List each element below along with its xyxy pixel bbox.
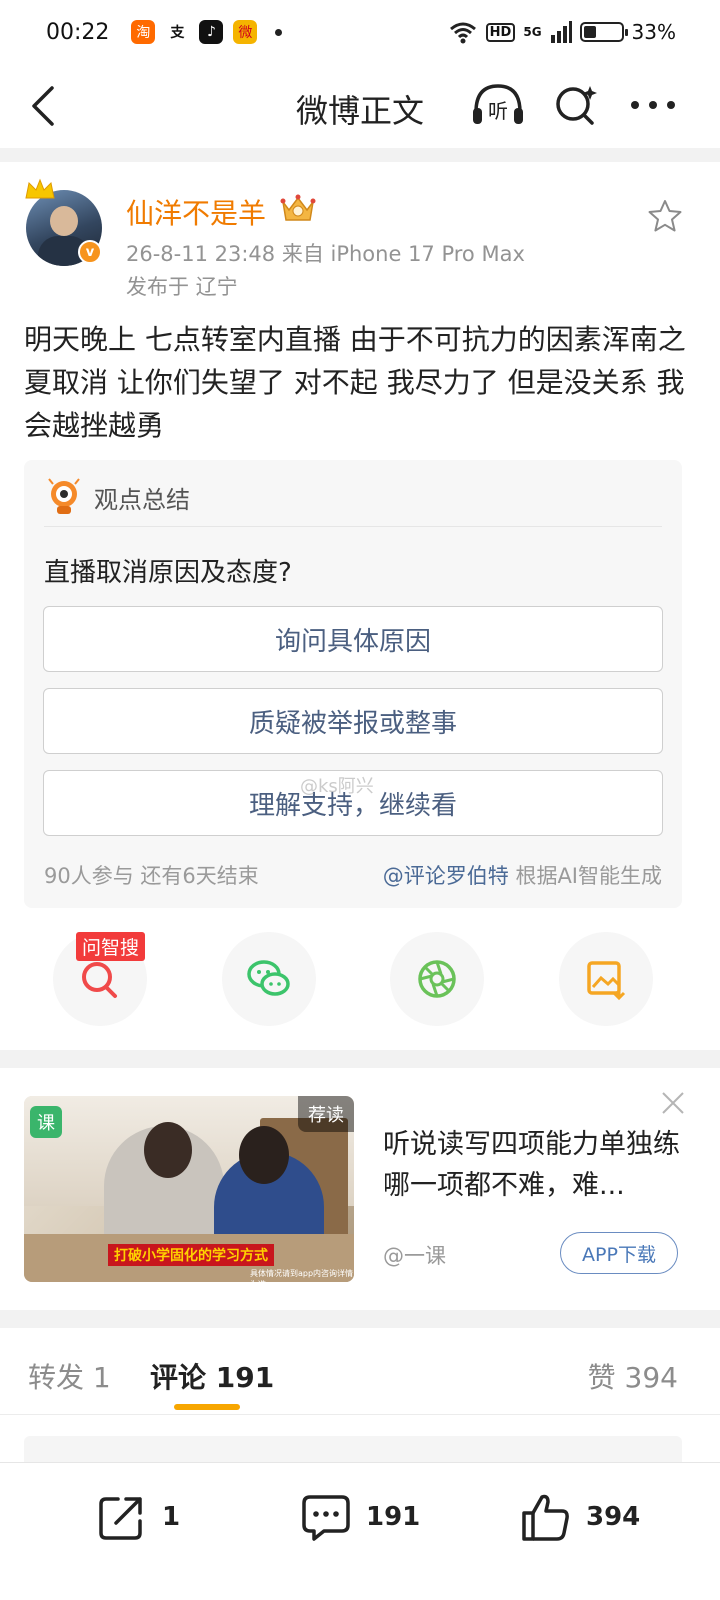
page-title: 微博正文 [295, 92, 424, 130]
username[interactable]: 仙洋不是羊 [126, 192, 266, 232]
hd-icon: HD [485, 22, 516, 42]
viewpoint-summary-card: 观点总结 直播取消原因及态度? 询问具体原因 质疑被举报或整事 理解支持，继续看… [24, 460, 682, 908]
signal-icon [550, 21, 572, 43]
tiktok-icon: ♪ [199, 20, 224, 44]
alipay-icon: 支 [165, 20, 190, 44]
ask-search-tag: 问智搜 [76, 932, 146, 961]
summary-title: 观点总结 [94, 486, 190, 514]
tabs-divider [0, 1414, 720, 1415]
vip-crown-badge-icon[interactable] [280, 192, 316, 224]
tab-active-indicator [174, 1404, 240, 1410]
summary-generated-by: @评论罗伯特 根据AI智能生成 [383, 860, 662, 890]
summary-question: 直播取消原因及态度? [44, 558, 292, 588]
tab-like[interactable]: 赞 394 [588, 1356, 678, 1396]
status-time: 00:22 [46, 19, 110, 45]
app-download-button[interactable]: APP下载 [560, 1232, 678, 1274]
ad-image-student-head [239, 1126, 289, 1184]
wifi-icon [449, 22, 476, 44]
moments-icon [418, 960, 456, 998]
post-location: 发布于 辽宁 [126, 275, 238, 299]
close-icon[interactable] [660, 1090, 686, 1116]
battery-fill [583, 26, 596, 38]
tab-forward[interactable]: 转发 1 [28, 1356, 111, 1396]
option-button[interactable]: 质疑被举报或整事 [43, 688, 663, 754]
thumbs-up-icon [522, 1494, 569, 1541]
section-divider [0, 1050, 720, 1068]
status-app-icons: 淘 支 ♪ 微 [131, 20, 283, 44]
notification-dot [275, 28, 283, 36]
more-icon[interactable] [628, 90, 678, 120]
ai-robot-mention[interactable]: @评论罗伯特 [383, 864, 509, 888]
battery-percent: 33% [631, 20, 676, 44]
comment-icon [302, 1495, 350, 1541]
ad-caption: 打破小学固化的学习方式 [108, 1244, 274, 1266]
share-button[interactable]: 1 [96, 1491, 180, 1543]
star-icon[interactable] [646, 198, 684, 234]
nav-divider [0, 148, 720, 162]
post-time-source: 26-8-11 23:48 来自 iPhone 17 Pro Max [126, 242, 525, 266]
top-nav: 微博正文 听 [0, 64, 720, 148]
option-button[interactable]: 询问具体原因 [43, 606, 663, 672]
ad-course-logo: 课 [30, 1106, 62, 1138]
comment-count: 191 [366, 1502, 421, 1532]
crown-icon [25, 178, 55, 199]
verified-badge: v [78, 240, 102, 264]
like-count: 394 [586, 1502, 641, 1532]
status-bar: 00:22 淘 支 ♪ 微 HD 5G 33% [0, 0, 720, 64]
search-icon[interactable] [552, 82, 600, 130]
comment-button[interactable]: 191 [300, 1491, 420, 1543]
taobao-icon: 淘 [131, 20, 156, 44]
listen-icon-label: 听 [488, 99, 508, 123]
share-count: 1 [162, 1502, 181, 1532]
avatar-container[interactable]: v [24, 178, 104, 266]
bottom-action-bar: 1 191 394 [0, 1462, 720, 1600]
ad-source[interactable]: @一课 [383, 1240, 446, 1270]
summary-participants: 90人参与 还有6天结束 [44, 864, 259, 888]
battery-icon [579, 22, 628, 42]
ai-generated-note: 根据AI智能生成 [508, 864, 662, 888]
ad-image[interactable]: 课 荐读 打破小学固化的学习方式 具体情况请到app内咨询详情为准 [24, 1096, 354, 1282]
tab-comment[interactable]: 评论 191 [150, 1356, 274, 1396]
search-icon [82, 962, 117, 998]
ad-title[interactable]: 听说读写四项能力单独练哪一项都不难，难... [383, 1124, 683, 1206]
like-button[interactable]: 394 [520, 1491, 640, 1543]
save-image-icon [587, 961, 626, 1001]
section-divider [0, 1310, 720, 1328]
listen-icon[interactable]: 听 [470, 78, 526, 134]
weibo-icon: 微 [233, 20, 258, 44]
post-content: 明天晚上 七点转室内直播 由于不可抗力的因素浑南之夏取消 让你们失望了 对不起 … [24, 323, 686, 442]
network-type: 5G [523, 25, 542, 39]
share-wechat-button[interactable] [222, 932, 316, 1026]
save-image-button[interactable] [559, 932, 653, 1026]
watermark: @ks阿兴 [300, 776, 374, 797]
share-icon [99, 1497, 142, 1540]
ad-small-caption: 具体情况请到app内咨询详情为准 [250, 1269, 354, 1282]
summary-divider [44, 526, 662, 527]
wechat-icon [247, 960, 290, 996]
avatar-head [50, 206, 78, 236]
status-right: HD 5G 33% [448, 20, 676, 44]
ad-image-person-head [144, 1122, 192, 1178]
robot-mascot-icon [48, 478, 80, 514]
ad-recommend-badge: 荐读 [298, 1096, 354, 1132]
share-moments-button[interactable] [390, 932, 484, 1026]
